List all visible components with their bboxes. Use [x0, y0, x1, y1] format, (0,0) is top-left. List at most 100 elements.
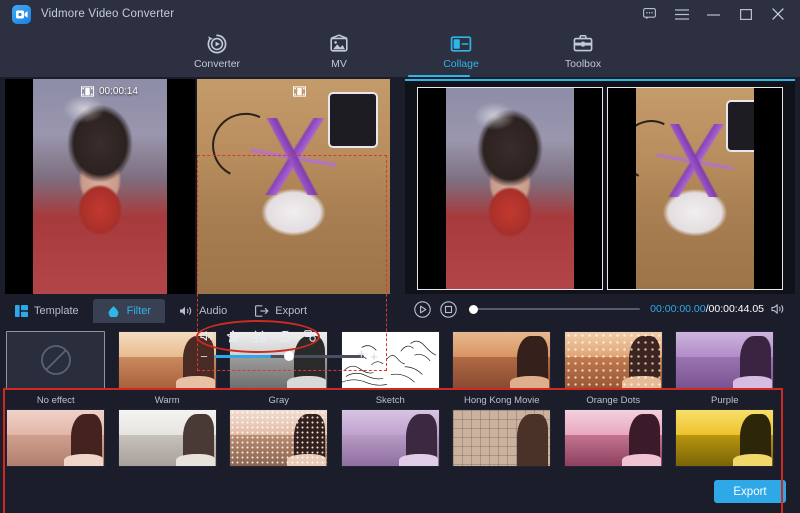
- add-clip-button[interactable]: +: [357, 347, 366, 362]
- nav-tab-mv-label: MV: [331, 58, 347, 70]
- preview-cell-1: [417, 87, 603, 290]
- filter-thumbnail: [340, 409, 440, 467]
- filter-thumbnail: [6, 409, 106, 467]
- filter-label: Hong Kong Movie: [463, 395, 540, 406]
- preview2-letterbox-left: [608, 88, 636, 289]
- tab-filter-label: Filter: [126, 305, 152, 317]
- playback-timecode: 00:00:00.00/00:00:44.05: [650, 303, 764, 315]
- preview-cell-2: [607, 87, 783, 290]
- close-icon[interactable]: [770, 7, 785, 22]
- filter-gallery[interactable]: No effect Warm Gray Sketch Hong Kong Mov…: [0, 323, 800, 471]
- letterbox-right: [167, 79, 195, 294]
- filter-thumbnail: [675, 331, 775, 389]
- filter-item-row2-1[interactable]: [0, 409, 112, 471]
- filter-item-row2-3[interactable]: [223, 409, 335, 471]
- filter-item-hong-kong-movie[interactable]: Hong Kong Movie: [446, 331, 558, 406]
- filter-item-row2-7[interactable]: [669, 409, 781, 471]
- zoom-in-button[interactable]: +: [368, 350, 380, 363]
- toolbox-icon: [572, 32, 594, 56]
- clip-toolbar: [200, 326, 318, 346]
- maximize-icon[interactable]: [738, 7, 753, 22]
- nav-tab-collage-label: Collage: [443, 58, 479, 70]
- zoom-slider-handle[interactable]: [284, 351, 294, 361]
- zoom-out-button[interactable]: −: [198, 350, 210, 363]
- clip-2-thumbnail: [197, 79, 390, 294]
- filter-thumbnail: [452, 409, 552, 467]
- volume-icon[interactable]: [200, 329, 214, 343]
- player-controls: 00:00:00.00/00:00:44.05: [405, 296, 795, 322]
- collage-stage[interactable]: 00:00:14: [5, 79, 390, 294]
- stop-icon[interactable]: [439, 300, 457, 318]
- filter-item-purple[interactable]: Purple: [669, 331, 781, 406]
- tab-template-label: Template: [34, 305, 79, 317]
- export-icon: [255, 305, 269, 318]
- filter-thumbnail: [117, 409, 217, 467]
- rotate-icon[interactable]: [278, 329, 292, 343]
- scissors-icon[interactable]: [252, 329, 266, 343]
- nav-tab-converter-label: Converter: [193, 58, 241, 70]
- filter-item-no-effect[interactable]: No effect: [0, 331, 112, 406]
- collage-icon: [450, 32, 472, 56]
- title-bar: Vidmore Video Converter: [0, 0, 800, 28]
- filter-item-row2-6[interactable]: [558, 409, 670, 471]
- menu-icon[interactable]: [674, 7, 689, 22]
- tab-audio[interactable]: Audio: [165, 299, 241, 323]
- collage-cell-1[interactable]: [5, 79, 195, 294]
- filter-droplet-icon: [107, 305, 121, 318]
- preview-letterbox-right: [574, 88, 602, 289]
- nav-tab-toolbox[interactable]: Toolbox: [544, 32, 622, 70]
- minimize-icon[interactable]: [706, 7, 721, 22]
- magic-wand-icon[interactable]: [226, 329, 240, 343]
- play-icon[interactable]: [413, 300, 431, 318]
- template-icon: [14, 305, 28, 318]
- footer-bar: Export: [0, 471, 800, 513]
- filter-label: Orange Dots: [586, 395, 641, 406]
- tab-template[interactable]: Template: [0, 299, 93, 323]
- nav-tab-toolbox-label: Toolbox: [564, 58, 602, 70]
- filter-item-row2-4[interactable]: [335, 409, 447, 471]
- player-volume-icon[interactable]: [771, 303, 787, 315]
- filter-item-row2-5[interactable]: [446, 409, 558, 471]
- collage-cell-2[interactable]: [197, 79, 390, 294]
- filter-item-orange-dots[interactable]: Orange Dots: [558, 331, 670, 406]
- filter-label: Warm: [154, 395, 180, 406]
- zoom-slider-track[interactable]: [214, 351, 364, 361]
- clip-zoom-slider[interactable]: − +: [198, 349, 380, 363]
- tab-export[interactable]: Export: [241, 299, 321, 323]
- nav-tab-mv[interactable]: MV: [300, 32, 378, 70]
- editor-body: 00:00:14 − + + 00:00:00.00/00:00:44.05 T…: [0, 77, 800, 513]
- total-time: 00:00:44.05: [708, 303, 764, 315]
- preview-panel: [405, 79, 795, 294]
- playback-progress-handle[interactable]: [469, 304, 478, 314]
- preview-letterbox-left: [418, 88, 446, 289]
- clip-1-duration-badge: 00:00:14: [81, 86, 138, 97]
- tab-export-label: Export: [275, 305, 308, 317]
- filter-row-2: [0, 409, 800, 471]
- edit-tab-bar: Template Filter Audio Export: [0, 299, 400, 323]
- preview2-letterbox-right: [754, 88, 782, 289]
- letterbox-left: [5, 79, 33, 294]
- filter-label: Purple: [711, 395, 739, 406]
- filter-label: No effect: [36, 395, 75, 406]
- film-strip-icon: [293, 86, 306, 97]
- app-title: Vidmore Video Converter: [41, 8, 175, 20]
- feedback-icon[interactable]: [642, 7, 657, 22]
- filter-thumbnail: [452, 331, 552, 389]
- current-time: 00:00:00.00: [650, 303, 706, 315]
- film-strip-icon: [81, 86, 94, 97]
- playback-progress-bar[interactable]: [469, 304, 641, 314]
- nav-tab-collage[interactable]: Collage: [422, 32, 500, 70]
- zoom-slider-fill: [214, 354, 271, 358]
- crop-icon[interactable]: [304, 329, 318, 343]
- filter-label: Gray: [268, 395, 290, 406]
- filter-item-row2-2[interactable]: [112, 409, 224, 471]
- tab-filter[interactable]: Filter: [92, 299, 166, 323]
- mv-icon: [328, 32, 350, 56]
- video-camera-icon: [12, 4, 31, 24]
- nav-tab-converter[interactable]: Converter: [178, 32, 256, 70]
- filter-thumbnail: [675, 409, 775, 467]
- filter-item-sketch[interactable]: Sketch: [335, 331, 447, 406]
- window-controls: [642, 7, 800, 22]
- export-button[interactable]: Export: [714, 480, 786, 503]
- filter-thumbnail: [563, 409, 663, 467]
